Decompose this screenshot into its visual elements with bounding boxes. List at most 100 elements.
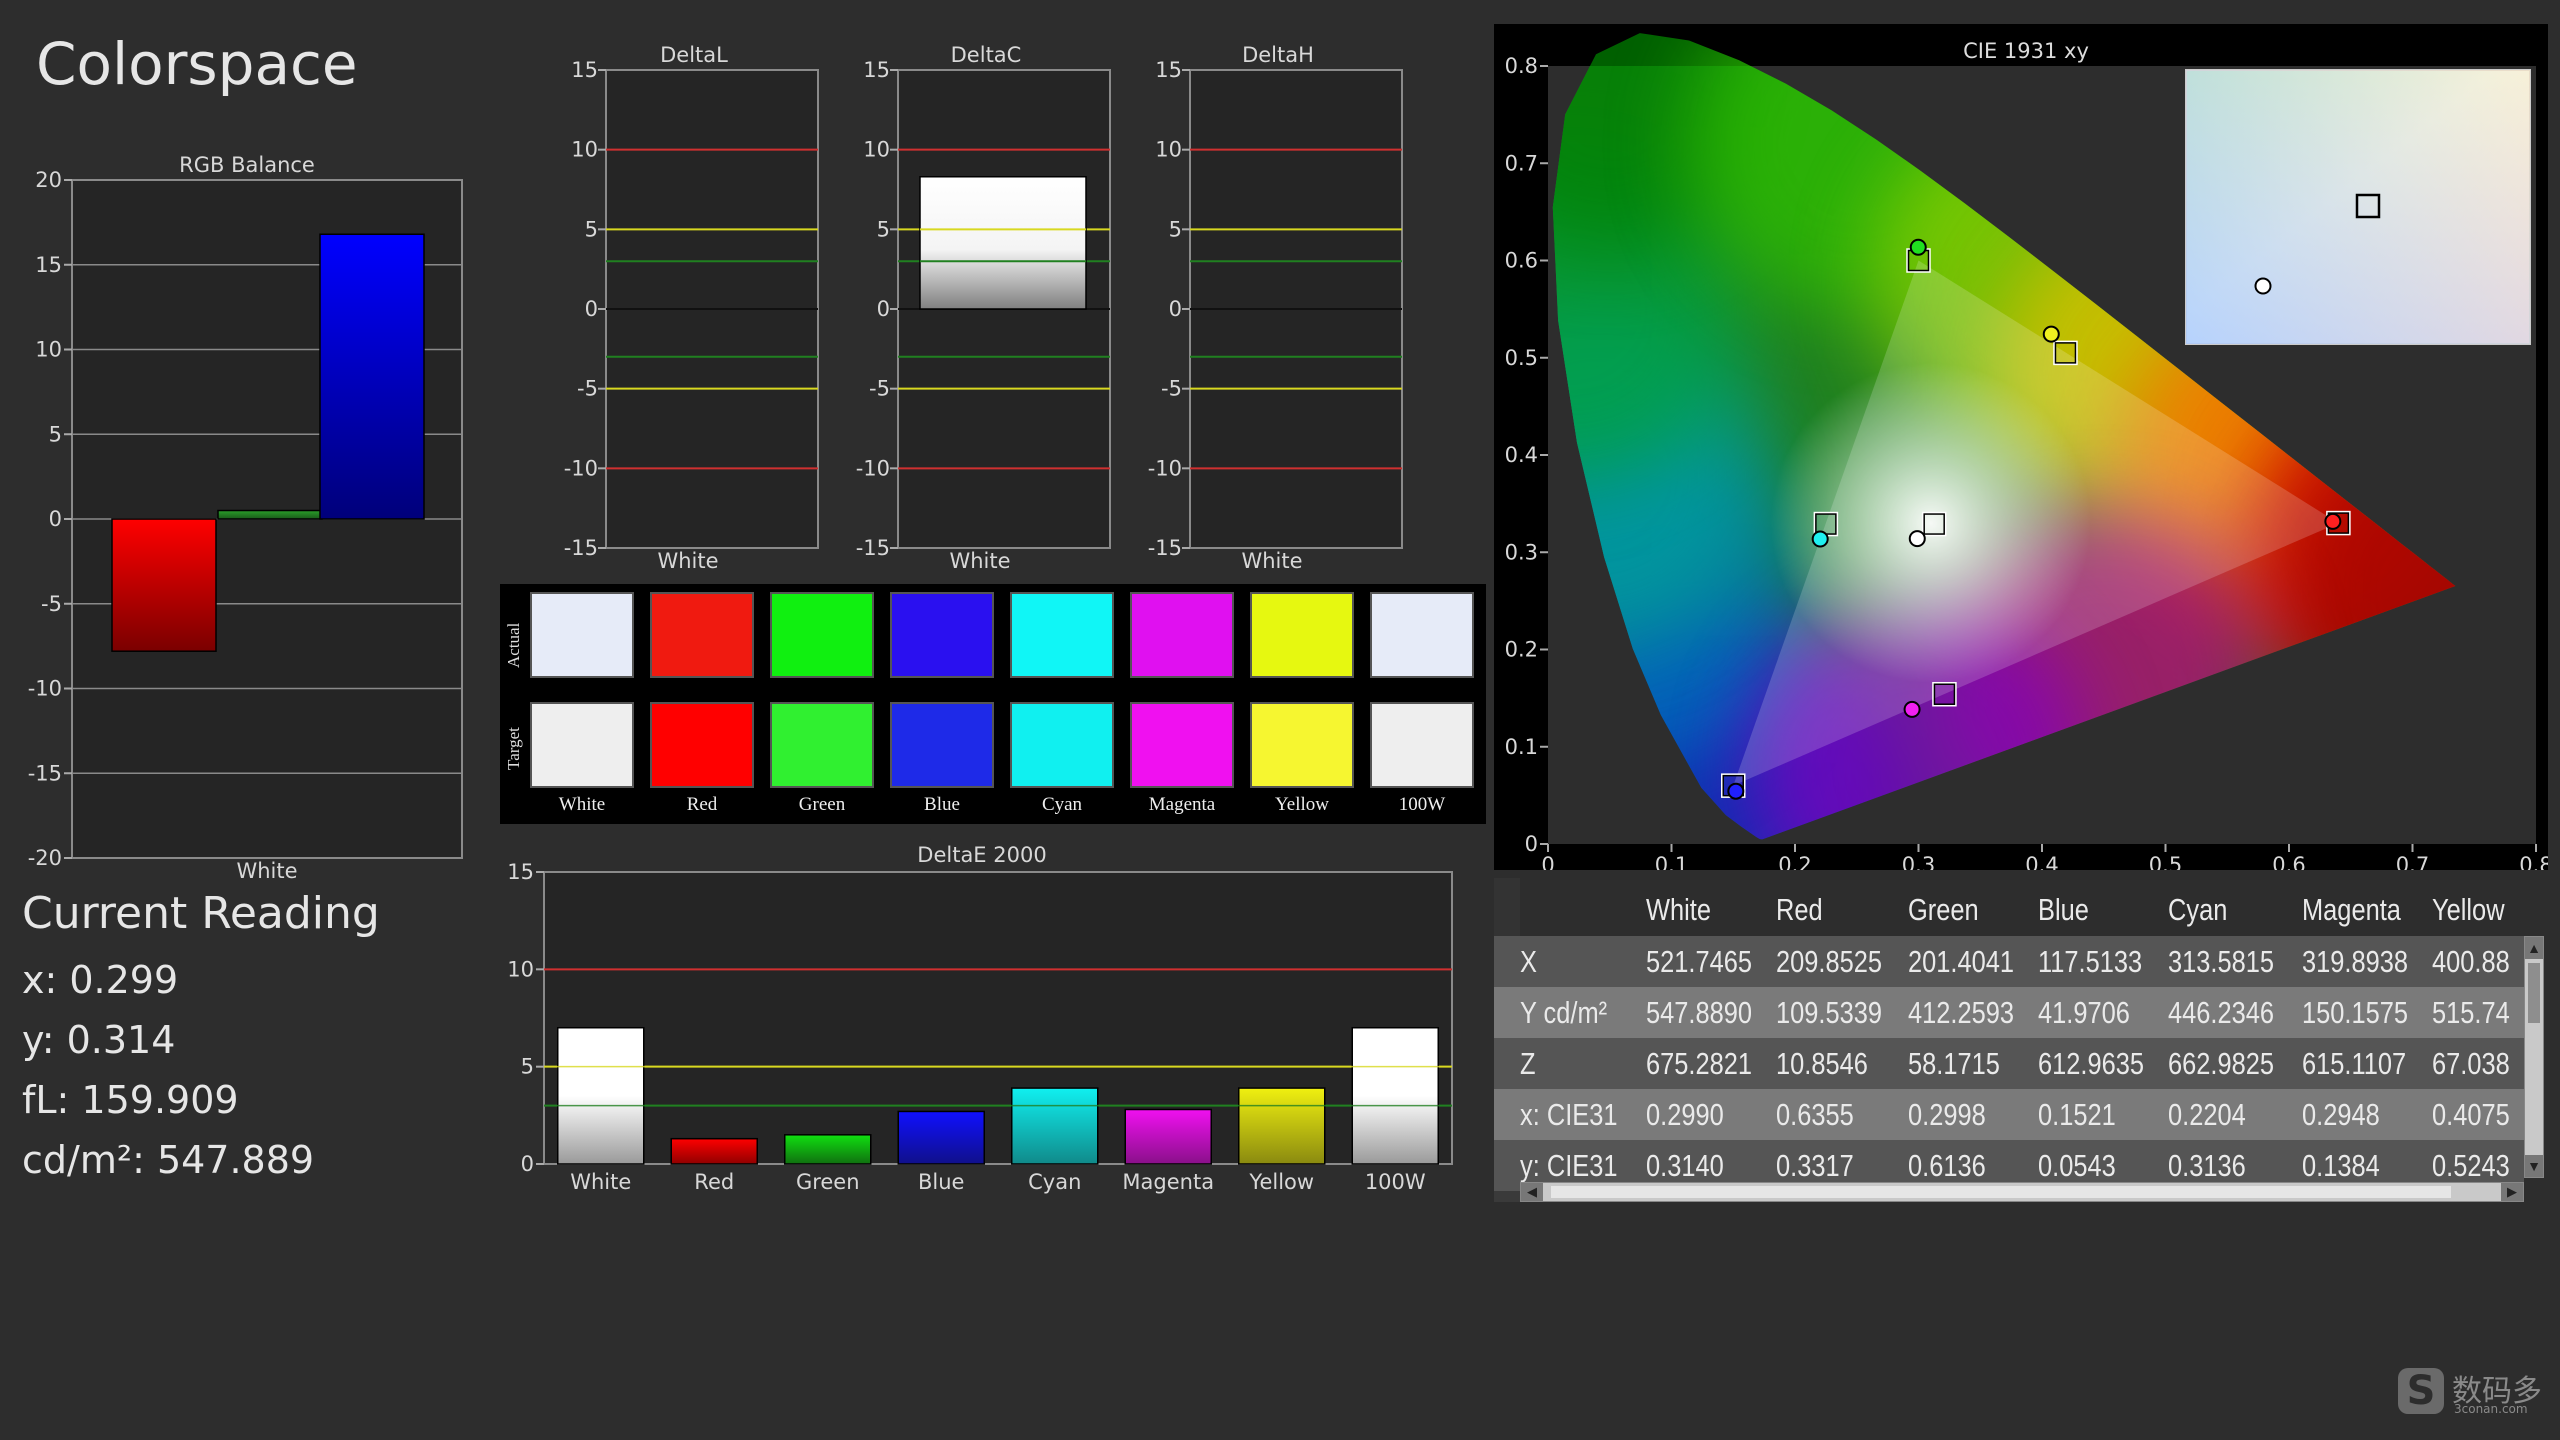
- watermark-subtext: 3conan.com: [2454, 1402, 2528, 1416]
- delta-tick-label: 10: [1155, 138, 1182, 162]
- table-cell: 0.2998: [1908, 1097, 1986, 1132]
- table-cell: 521.7465: [1646, 944, 1753, 979]
- rgb-tick-label: 5: [49, 422, 62, 446]
- table-column-header[interactable]: White: [1646, 892, 1711, 928]
- table-cell: 612.9635: [2038, 1046, 2145, 1081]
- cie-x-tick-label: 0.8: [2519, 853, 2548, 870]
- measurement-table[interactable]: White Red Green Blue Cyan Magenta Yellow X 521.…: [1494, 878, 2524, 1202]
- delta-category-label: White: [1241, 549, 1302, 573]
- deltae-category-label: 100W: [1365, 1170, 1426, 1194]
- table-cell: 446.2346: [2168, 995, 2275, 1030]
- delta-tick-label: -10: [564, 456, 598, 480]
- scroll-thumb[interactable]: [2528, 963, 2540, 1023]
- swatch-label: Red: [686, 794, 718, 815]
- table-cell: 313.5815: [2168, 944, 2275, 979]
- cie-x-tick-label: 0.5: [2149, 853, 2182, 870]
- delta-tick-label: 10: [571, 138, 598, 162]
- deltae-bar-green: [784, 1134, 872, 1165]
- table-horizontal-scrollbar[interactable]: ◀ ▶: [1520, 1182, 2524, 1202]
- cie-x-tick-label: 0.1: [1655, 853, 1688, 870]
- table-cell: 0.5243: [2432, 1148, 2510, 1183]
- rgb-tick-label: 0: [49, 507, 62, 531]
- swatch-label: 100W: [1398, 794, 1446, 815]
- swatch-target-magenta: [1130, 702, 1234, 788]
- table-cell: 319.8938: [2302, 944, 2409, 979]
- cie-y-tick-label: 0.3: [1505, 540, 1538, 564]
- deltae-bar-yellow: [1238, 1087, 1326, 1165]
- rgb-bar-green: [217, 509, 323, 520]
- swatch-label: Cyan: [1041, 794, 1083, 815]
- deltae-bar-magenta: [1124, 1108, 1212, 1165]
- delta-tick-label: 0: [877, 297, 890, 321]
- measured-point-yellow: [2042, 325, 2060, 343]
- swatch-target-red: [650, 702, 754, 788]
- table-cell: 41.9706: [2038, 995, 2130, 1030]
- swatch-actual-white: [530, 592, 634, 678]
- delta-title-1: DeltaC: [951, 43, 1022, 67]
- scroll-left-icon[interactable]: ◀: [1521, 1183, 1543, 1201]
- swatch-target-yellow: [1250, 702, 1354, 788]
- rgb-category-label: White: [236, 859, 297, 883]
- delta-tick-label: 10: [863, 138, 890, 162]
- table-cell: 117.5133: [2038, 944, 2143, 979]
- deltae-category-label: White: [570, 1170, 631, 1194]
- swatch-panel: Actual Target White Red Green Blue Cyan Magen…: [500, 584, 1486, 824]
- delta-charts: DeltaL 15 10 5 0 -5 -10 -15 White DeltaC 15 10 5 0 -5 -…: [564, 43, 1403, 573]
- cie-y-tick-label: 0: [1525, 832, 1538, 856]
- delta-category-label: White: [657, 549, 718, 573]
- swatch-label: White: [558, 794, 606, 815]
- table-cell: 0.6355: [1776, 1097, 1854, 1132]
- table-cell: 400.88: [2432, 944, 2510, 979]
- table-column-header[interactable]: Red: [1776, 892, 1823, 928]
- swatch-actual-green: [770, 592, 874, 678]
- delta-tick-label: -5: [577, 377, 598, 401]
- rgb-tick-label: 20: [35, 168, 62, 192]
- swatch-actual-blue: [890, 592, 994, 678]
- table-row[interactable]: Z 675.2821 10.8546 58.1715 612.9635 662.9825 6…: [1494, 1038, 2524, 1089]
- table-row[interactable]: X 521.7465 209.8525 201.4041 117.5133 313.581…: [1494, 936, 2524, 987]
- measured-point-blue: [1727, 782, 1745, 800]
- table-column-header[interactable]: Cyan: [2168, 892, 2227, 928]
- delta-tick-label: 15: [571, 58, 598, 82]
- rgb-tick-label: 15: [35, 253, 62, 277]
- table-column-header[interactable]: Blue: [2038, 892, 2089, 928]
- swatch-label: Yellow: [1274, 794, 1330, 815]
- rgb-tick-label: -20: [28, 846, 62, 870]
- cie-x-tick-label: 0.4: [2025, 853, 2058, 870]
- table-row-label: Z: [1520, 1046, 1536, 1081]
- scroll-right-icon[interactable]: ▶: [2501, 1183, 2523, 1201]
- scroll-up-icon[interactable]: ▲: [2525, 937, 2543, 959]
- swatch-label: Magenta: [1148, 794, 1216, 815]
- cie-y-tick-label: 0.7: [1505, 151, 1538, 175]
- table-cell: 201.4041: [1908, 944, 2015, 979]
- rgb-tick-label: -10: [28, 677, 62, 701]
- reading-fl: fL: 159.909: [22, 1078, 239, 1122]
- delta-tick-label: -10: [1148, 456, 1182, 480]
- rgb-bar-blue: [319, 233, 425, 520]
- delta-tick-label: -15: [564, 536, 598, 560]
- table-row[interactable]: x: CIE31 0.2990 0.6355 0.2998 0.1521 0.2204 0.…: [1494, 1089, 2524, 1140]
- table-row[interactable]: Y cd/m² 547.8890 109.5339 412.2593 41.9706 44…: [1494, 987, 2524, 1038]
- hscroll-thumb[interactable]: [1551, 1186, 2451, 1198]
- scroll-down-icon[interactable]: ▼: [2525, 1155, 2543, 1177]
- reading-cdm2: cd/m²: 547.889: [22, 1138, 315, 1182]
- measured-point-green: [1909, 238, 1927, 256]
- table-cell: 615.1107: [2302, 1046, 2407, 1081]
- cie-y-tick-label: 0.2: [1505, 638, 1538, 662]
- table-column-header[interactable]: Green: [1908, 892, 1979, 928]
- cie-x-tick-label: 0.7: [2396, 853, 2429, 870]
- table-column-header[interactable]: Magenta: [2302, 892, 2401, 928]
- table-vertical-scrollbar[interactable]: ▲ ▼: [2524, 936, 2544, 1178]
- table-cell: 0.2948: [2302, 1097, 2380, 1132]
- table-cell: 150.1575: [2302, 995, 2409, 1030]
- cie-x-tick-label: 0.3: [1902, 853, 1935, 870]
- delta-tick-label: -5: [1161, 377, 1182, 401]
- table-row-label: X: [1520, 944, 1537, 979]
- table-column-header[interactable]: Yellow: [2432, 892, 2505, 928]
- swatch-label: Green: [798, 794, 846, 815]
- table-header: White Red Green Blue Cyan Magenta Yellow: [1494, 878, 2524, 936]
- cie-title: CIE 1931 xy: [1963, 39, 2089, 63]
- deltae-tick-label: 15: [507, 860, 534, 884]
- rgb-balance-title: RGB Balance: [179, 153, 315, 177]
- measured-point-red: [2324, 512, 2342, 530]
